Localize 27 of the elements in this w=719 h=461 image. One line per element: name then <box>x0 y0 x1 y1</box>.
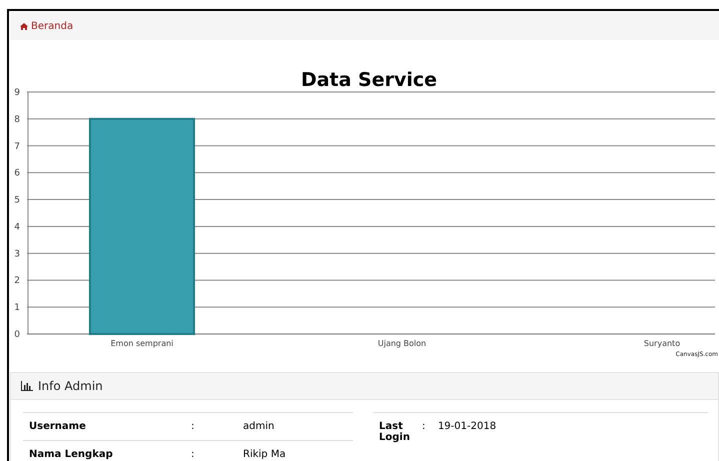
field-value: Rikip Ma <box>237 440 353 461</box>
axis-tick-label: 2 <box>14 276 20 286</box>
bar-chart-icon <box>21 381 33 391</box>
axis-tick-label: 7 <box>14 142 20 152</box>
separator: : <box>422 421 426 432</box>
field-label: Username <box>23 412 185 440</box>
breadcrumb-link[interactable]: Beranda <box>20 20 74 32</box>
axis-tick-label: 3 <box>14 249 20 260</box>
axis-tick-label: 0 <box>14 330 20 340</box>
panel-title: Info Admin <box>38 379 103 393</box>
axis-category-label: Ujang Bolon <box>378 339 426 348</box>
chart-title: Data Service <box>300 69 438 91</box>
axis-category-label: Emon semprani <box>110 339 174 348</box>
home-icon <box>20 22 28 30</box>
axis-tick-label: 4 <box>14 222 20 232</box>
axis-tick-label: 6 <box>14 168 20 179</box>
separator: : <box>191 449 194 460</box>
axis-tick-label: 9 <box>14 88 20 98</box>
axis-category-label: Suryanto <box>644 339 680 348</box>
field-value: 19-01-2018 <box>432 412 708 461</box>
axis-tick-label: 1 <box>14 303 20 314</box>
axis-tick-label: 5 <box>14 196 20 206</box>
axis-tick-label: 8 <box>14 114 20 125</box>
field-value: admin <box>237 412 353 440</box>
field-label: Last Login <box>373 412 416 461</box>
separator: : <box>191 421 194 432</box>
field-label: Nama Lengkap <box>23 440 185 461</box>
